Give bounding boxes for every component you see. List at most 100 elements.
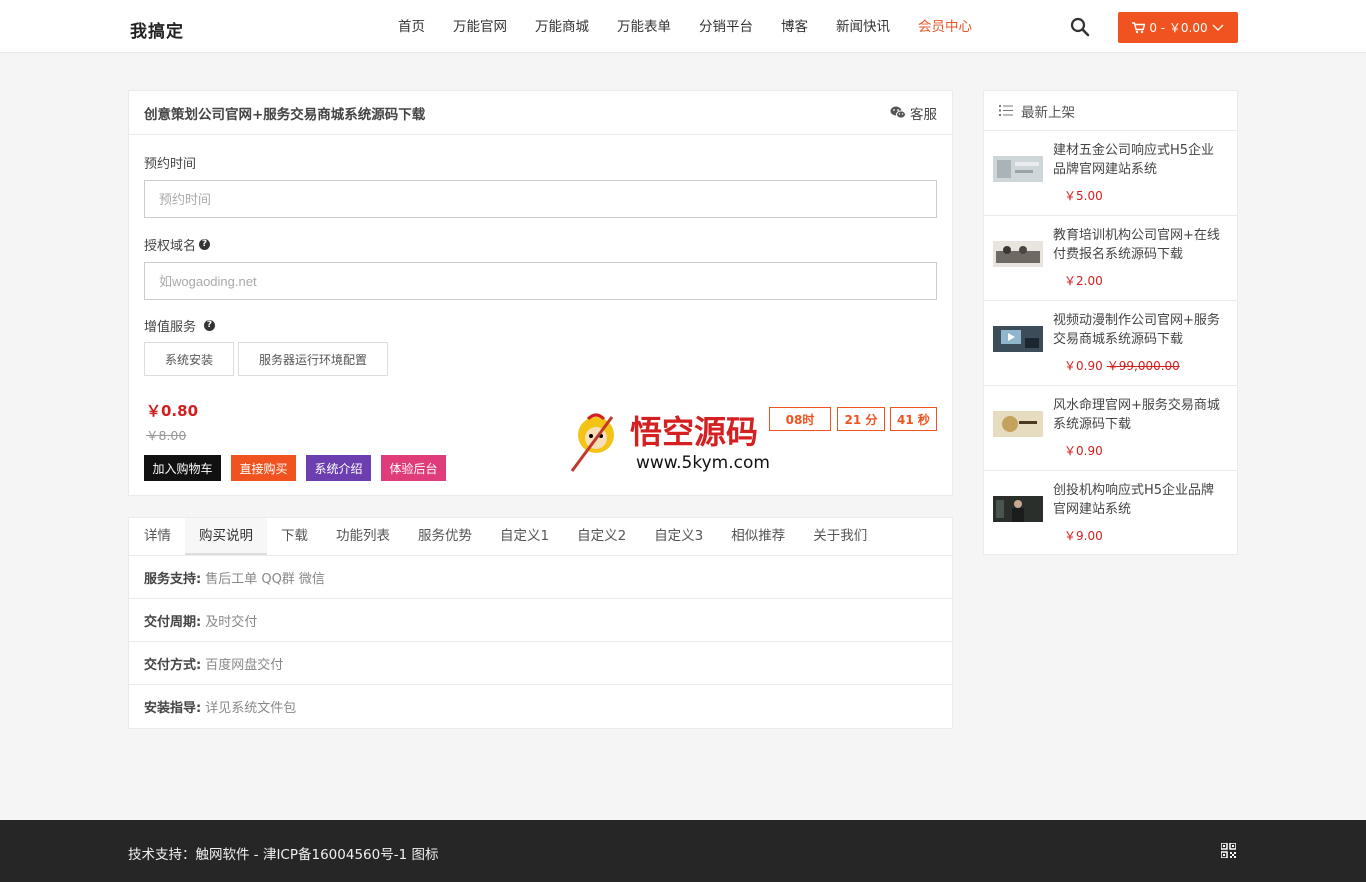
cart-button[interactable]: 0 - ￥0.00 — [1118, 12, 1238, 43]
info-row-delivery-period: 交付周期: 及时交付 — [129, 599, 952, 642]
info-row-install-guide: 安装指导: 详见系统文件包 — [129, 685, 952, 728]
tab-details[interactable]: 详情 — [130, 518, 185, 555]
domain-label-text: 授权域名 — [144, 239, 197, 254]
info-value: 售后工单 QQ群 微信 — [205, 571, 325, 587]
addon-label: 增值服务 ? — [144, 316, 216, 335]
top-header: 我搞定 首页 万能官网 万能商城 万能表单 分销平台 博客 新闻快讯 会员中心 … — [0, 0, 1366, 53]
customer-service-link[interactable]: 客服 — [890, 103, 937, 123]
tab-custom-1[interactable]: 自定义1 — [486, 518, 563, 555]
price-value: ￥5.00 — [1064, 189, 1103, 203]
reserve-time-label: 预约时间 — [144, 153, 196, 172]
help-icon[interactable]: ? — [204, 320, 216, 331]
product-header: 创意策划公司官网+服务交易商城系统源码下载 客服 — [129, 91, 952, 135]
option-server-config[interactable]: 服务器运行环境配置 — [238, 342, 388, 376]
info-key: 交付方式: — [144, 657, 202, 673]
system-intro-button[interactable]: 系统介绍 — [306, 455, 371, 481]
sidebar-product-1[interactable]: 建材五金公司响应式H5企业品牌官网建站系统 ￥5.00 — [984, 131, 1237, 216]
info-row-support: 服务支持: 售后工单 QQ群 微信 — [129, 556, 952, 599]
add-to-cart-button[interactable]: 加入购物车 — [144, 455, 221, 481]
list-icon — [999, 105, 1013, 116]
reserve-time-input[interactable] — [144, 180, 937, 218]
detail-panel: 详情 购买说明 下载 功能列表 服务优势 自定义1 自定义2 自定义3 相似推荐… — [128, 517, 953, 729]
nav-website[interactable]: 万能官网 — [439, 0, 521, 53]
sidebar-product-5[interactable]: 创投机构响应式H5企业品牌官网建站系统 ￥9.00 — [984, 471, 1237, 556]
tab-custom-2[interactable]: 自定义2 — [563, 518, 640, 555]
buy-now-button[interactable]: 直接购买 — [231, 455, 296, 481]
product-title[interactable]: 风水命理官网+服务交易商城系统源码下载 — [1053, 396, 1221, 434]
sidebar-header: 最新上架 — [984, 91, 1237, 131]
tab-recommend[interactable]: 相似推荐 — [717, 518, 799, 555]
addon-label-text: 增值服务 — [144, 320, 197, 335]
price-value: ￥0.90 — [1064, 359, 1103, 373]
product-price: ￥5.00 — [1064, 187, 1103, 204]
info-value: 详见系统文件包 — [205, 701, 297, 716]
info-row-delivery-method: 交付方式: 百度网盘交付 — [129, 642, 952, 685]
main-nav: 首页 万能官网 万能商城 万能表单 分销平台 博客 新闻快讯 会员中心 — [384, 0, 986, 53]
tab-download[interactable]: 下载 — [267, 518, 322, 555]
product-thumbnail[interactable] — [993, 326, 1043, 352]
nav-form[interactable]: 万能表单 — [603, 0, 685, 53]
product-title: 创意策划公司官网+服务交易商城系统源码下载 — [144, 106, 426, 123]
nav-member-center[interactable]: 会员中心 — [904, 0, 986, 53]
watermark-url: www.5kym.com — [636, 453, 770, 473]
footer-text: 技术支持：触网软件 - 津ICP备16004560号-1 图标 — [128, 847, 439, 863]
product-title[interactable]: 教育培训机构公司官网+在线付费报名系统源码下载 — [1053, 226, 1221, 264]
nav-mall[interactable]: 万能商城 — [521, 0, 603, 53]
product-title[interactable]: 视频动漫制作公司官网+服务交易商城系统源码下载 — [1053, 311, 1221, 349]
price-original: ￥99,000.00 — [1106, 359, 1180, 373]
product-price: ￥9.00 — [1064, 527, 1103, 544]
watermark-logo: 悟空源码 www.5kym.com — [570, 413, 770, 473]
sidebar-product-2[interactable]: 教育培训机构公司官网+在线付费报名系统源码下载 ￥2.00 — [984, 216, 1237, 301]
nav-blog[interactable]: 博客 — [767, 0, 822, 53]
nav-home[interactable]: 首页 — [384, 0, 439, 53]
product-thumbnail[interactable] — [993, 241, 1043, 267]
info-value: 百度网盘交付 — [205, 657, 284, 673]
info-key: 交付周期: — [144, 614, 202, 630]
nav-distribution[interactable]: 分销平台 — [685, 0, 767, 53]
product-price: ￥2.00 — [1064, 272, 1103, 289]
page-footer: 技术支持：触网软件 - 津ICP备16004560号-1 图标 — [0, 820, 1366, 882]
price-value: ￥9.00 — [1064, 529, 1103, 543]
product-price: ￥0.90 ￥99,000.00 — [1064, 357, 1180, 374]
customer-service-label: 客服 — [910, 106, 937, 123]
price-value: ￥0.90 — [1064, 444, 1103, 458]
countdown-minutes: 21 分 — [837, 407, 885, 431]
tab-features[interactable]: 功能列表 — [322, 518, 404, 555]
sidebar-title: 最新上架 — [1021, 104, 1075, 121]
sidebar-product-3[interactable]: 视频动漫制作公司官网+服务交易商城系统源码下载 ￥0.90 ￥99,000.00 — [984, 301, 1237, 386]
price-value: ￥2.00 — [1064, 274, 1103, 288]
domain-input[interactable] — [144, 262, 937, 300]
product-thumbnail[interactable] — [993, 156, 1043, 182]
site-logo[interactable]: 我搞定 — [130, 17, 184, 42]
tab-purchase-notes[interactable]: 购买说明 — [185, 518, 267, 555]
search-icon[interactable] — [1070, 17, 1090, 37]
countdown-seconds: 41 秒 — [890, 407, 937, 431]
help-icon[interactable]: ? — [199, 239, 211, 250]
latest-products-sidebar: 最新上架 建材五金公司响应式H5企业品牌官网建站系统 ￥5.00 教育培训机构公… — [983, 90, 1238, 555]
tab-custom-3[interactable]: 自定义3 — [640, 518, 717, 555]
watermark-title: 悟空源码 — [630, 413, 758, 451]
domain-label: 授权域名 ? — [144, 235, 211, 254]
nav-news[interactable]: 新闻快讯 — [822, 0, 904, 53]
demo-backend-button[interactable]: 体验后台 — [381, 455, 446, 481]
tab-about[interactable]: 关于我们 — [799, 518, 881, 555]
product-price: ￥0.90 — [1064, 442, 1103, 459]
wechat-icon — [890, 106, 906, 119]
info-key: 服务支持: — [144, 571, 202, 587]
cart-icon — [1132, 21, 1146, 33]
tab-advantages[interactable]: 服务优势 — [404, 518, 486, 555]
reserve-time-label-text: 预约时间 — [144, 157, 197, 172]
product-thumbnail[interactable] — [993, 496, 1043, 522]
product-title[interactable]: 创投机构响应式H5企业品牌官网建站系统 — [1053, 481, 1221, 519]
info-key: 安装指导: — [144, 701, 202, 716]
chevron-down-icon — [1212, 24, 1224, 31]
cart-summary: 0 - ￥0.00 — [1149, 21, 1208, 35]
product-thumbnail[interactable] — [993, 411, 1043, 437]
detail-tabs: 详情 购买说明 下载 功能列表 服务优势 自定义1 自定义2 自定义3 相似推荐… — [129, 518, 952, 556]
product-title[interactable]: 建材五金公司响应式H5企业品牌官网建站系统 — [1053, 141, 1221, 179]
sidebar-product-4[interactable]: 风水命理官网+服务交易商城系统源码下载 ￥0.90 — [984, 386, 1237, 471]
option-install[interactable]: 系统安装 — [144, 342, 234, 376]
original-price: ￥8.00 — [146, 428, 187, 443]
product-panel: 创意策划公司官网+服务交易商城系统源码下载 客服 预约时间 授权域名 ? 增值服… — [128, 90, 953, 496]
qrcode-icon[interactable] — [1221, 843, 1236, 858]
